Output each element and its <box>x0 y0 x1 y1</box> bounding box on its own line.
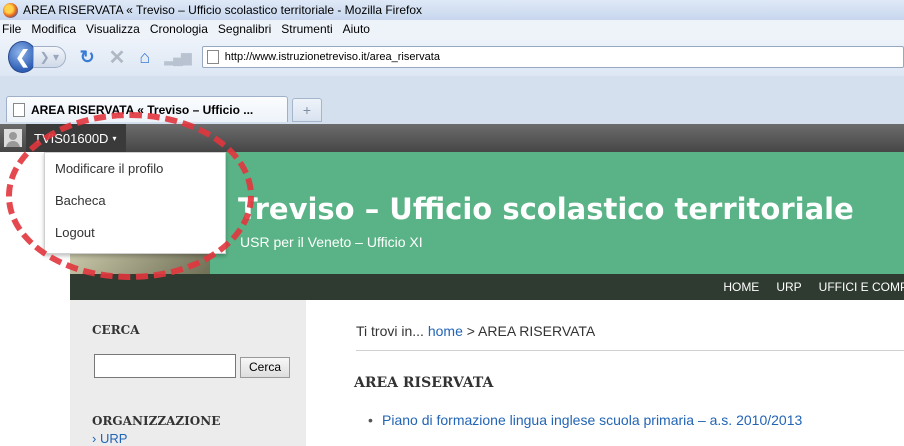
nav-home[interactable]: HOME <box>723 280 759 294</box>
content-link[interactable]: Piano di formazione lingua inglese scuol… <box>368 412 802 428</box>
search-input[interactable] <box>94 354 236 378</box>
organizzazione-heading: ORGANIZZAZIONE <box>92 414 221 428</box>
nav-uffici[interactable]: UFFICI E COMPE <box>819 280 904 294</box>
signal-icon: ▂▄▆ <box>164 48 191 65</box>
reload-icon[interactable]: ↻ <box>80 47 95 68</box>
menu-cronologia[interactable]: Cronologia <box>150 22 208 36</box>
breadcrumb-current: AREA RISERVATA <box>478 323 596 339</box>
window-title: AREA RISERVATA « Treviso – Ufficio scola… <box>23 3 423 17</box>
search-heading: CERCA <box>92 323 140 337</box>
new-tab-button[interactable]: + <box>292 98 322 122</box>
nav-urp[interactable]: URP <box>776 280 801 294</box>
menu-segnalibri[interactable]: Segnalibri <box>218 22 271 36</box>
breadcrumb-divider <box>356 350 904 351</box>
site-title[interactable]: Treviso – Ufficio scolastico territorial… <box>238 192 854 226</box>
page-icon <box>206 50 219 64</box>
address-url: http://www.istruzionetreviso.it/area_ris… <box>224 51 440 63</box>
menu-aiuto[interactable]: Aiuto <box>343 22 370 36</box>
forward-button[interactable]: ❯ ▾ <box>32 46 66 68</box>
menu-visualizza[interactable]: Visualizza <box>86 22 140 36</box>
breadcrumb-home-link[interactable]: home <box>428 323 463 339</box>
breadcrumb-separator: > <box>462 323 479 339</box>
avatar[interactable] <box>4 129 22 147</box>
navigation-toolbar: ❮ ❯ ▾ ↻ ✕ ⌂ ▂▄▆ http://www.istruzionetre… <box>0 38 904 76</box>
menu-strumenti[interactable]: Strumenti <box>281 22 332 36</box>
page-title: AREA RISERVATA <box>354 375 494 391</box>
stop-icon[interactable]: ✕ <box>109 45 126 70</box>
window-title-bar: AREA RISERVATA « Treviso – Ufficio scola… <box>0 0 904 20</box>
sidebar-link-urp[interactable]: › URP <box>92 431 127 446</box>
search-button[interactable]: Cerca <box>240 357 290 378</box>
address-bar[interactable]: http://www.istruzionetreviso.it/area_ris… <box>201 46 904 68</box>
site-description: USR per il Veneto – Ufficio XI <box>240 234 423 250</box>
highlight-annotation <box>6 112 254 280</box>
breadcrumb-prefix: Ti trovi in... <box>356 323 424 339</box>
menu-file[interactable]: File <box>2 22 21 36</box>
breadcrumb: Ti trovi in... home > AREA RISERVATA <box>356 323 595 339</box>
home-icon[interactable]: ⌂ <box>139 47 150 68</box>
site-navigation: HOME URP UFFICI E COMPE <box>70 274 904 300</box>
page-icon <box>13 102 25 117</box>
menu-bar: File Modifica Visualizza Cronologia Segn… <box>0 20 904 38</box>
menu-modifica[interactable]: Modifica <box>31 22 76 36</box>
firefox-icon <box>3 2 18 18</box>
